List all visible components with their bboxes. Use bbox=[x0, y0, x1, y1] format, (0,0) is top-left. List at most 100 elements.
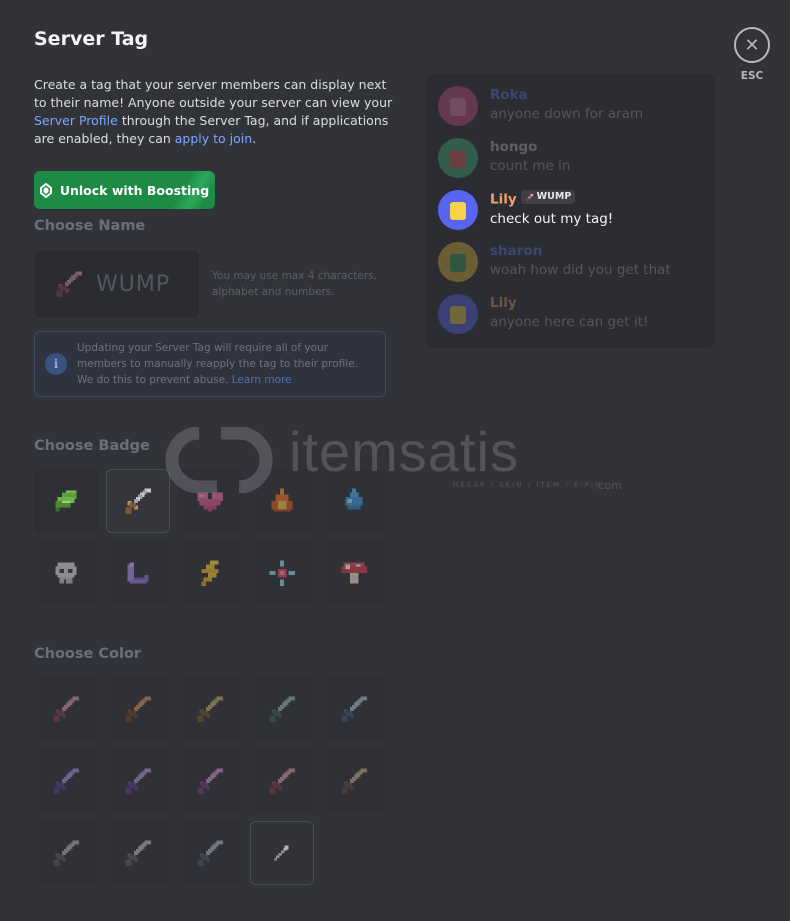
chat-message-text: anyone here can get it! bbox=[490, 314, 649, 330]
sword-icon bbox=[53, 768, 79, 794]
chat-username-text: Roka bbox=[490, 87, 528, 103]
choose-color-heading: Choose Color bbox=[34, 646, 142, 662]
chat-username: Roka bbox=[490, 86, 643, 104]
chat-username: Lily WUMP bbox=[490, 190, 613, 209]
badge-tile-mushroom[interactable] bbox=[322, 541, 386, 605]
color-swatch[interactable] bbox=[178, 821, 242, 885]
chat-username: hongo bbox=[490, 138, 570, 156]
chat-username-text: Lily bbox=[490, 191, 517, 208]
sword-icon bbox=[341, 768, 367, 794]
badge-tile-lightning[interactable] bbox=[178, 541, 242, 605]
avatar bbox=[438, 190, 478, 230]
color-swatch[interactable] bbox=[178, 749, 242, 813]
badge-tile-crystal[interactable] bbox=[250, 541, 314, 605]
lightning-icon bbox=[201, 560, 219, 586]
chat-message: Lily WUMP check out my tag! bbox=[438, 190, 613, 230]
badge-tile-heart[interactable] bbox=[178, 469, 242, 533]
sword-icon bbox=[56, 271, 82, 297]
sword-icon bbox=[525, 193, 533, 201]
fire-icon bbox=[271, 488, 293, 512]
chat-username-text: Lily bbox=[490, 295, 517, 311]
badge-tile-fire[interactable] bbox=[250, 469, 314, 533]
water-drop-icon bbox=[345, 488, 363, 510]
sword-icon bbox=[125, 768, 151, 794]
color-swatch[interactable] bbox=[322, 677, 386, 741]
chat-message-text: woah how did you get that bbox=[490, 262, 671, 278]
color-swatch[interactable] bbox=[250, 677, 314, 741]
boost-button-label: Unlock with Boosting bbox=[59, 182, 210, 198]
badge-tile-sword[interactable] bbox=[106, 469, 170, 533]
chat-message-text: check out my tag! bbox=[490, 210, 614, 227]
page-title: Server Tag bbox=[34, 28, 149, 50]
description: Create a tag that your server members ca… bbox=[34, 76, 394, 148]
sword-icon bbox=[125, 696, 151, 722]
avatar bbox=[438, 138, 478, 178]
sword-icon bbox=[269, 768, 295, 794]
sword-icon bbox=[269, 696, 295, 722]
avatar bbox=[438, 86, 478, 126]
chat-preview: Roka anyone down for aram hongo count me in… bbox=[426, 74, 715, 348]
color-swatch[interactable] bbox=[34, 821, 98, 885]
description-text-3: . bbox=[252, 131, 257, 146]
color-swatch[interactable] bbox=[34, 677, 98, 741]
color-swatch[interactable] bbox=[106, 749, 170, 813]
chat-username: sharon bbox=[490, 242, 671, 260]
watermark-sub: HESAP / SKIN / ITEM / E-PIN bbox=[453, 481, 603, 489]
badge-tile-leaf[interactable] bbox=[34, 469, 98, 533]
chat-message: sharon woah how did you get that bbox=[438, 242, 671, 282]
watermark-suffix: .com bbox=[595, 479, 622, 492]
chat-message: Roka anyone down for aram bbox=[438, 86, 643, 126]
crystal-icon bbox=[269, 560, 295, 586]
unlock-with-boosting-button[interactable]: Unlock with Boosting bbox=[34, 171, 215, 209]
info-icon: i bbox=[45, 353, 67, 375]
learn-more-link[interactable]: Learn more bbox=[232, 374, 292, 386]
color-swatch[interactable] bbox=[34, 749, 98, 813]
color-swatch[interactable] bbox=[106, 677, 170, 741]
name-hint: You may use max 4 characters, alphabet a… bbox=[212, 270, 377, 298]
chat-message: hongo count me in bbox=[438, 138, 570, 178]
color-swatch[interactable] bbox=[178, 677, 242, 741]
description-text: Create a tag that your server members ca… bbox=[34, 77, 393, 110]
chat-message-text: count me in bbox=[490, 158, 571, 174]
leaf-icon bbox=[55, 490, 77, 512]
choose-badge-heading: Choose Badge bbox=[34, 438, 150, 454]
chat-message: Lily anyone here can get it! bbox=[438, 294, 648, 334]
server-tag-text: WUMP bbox=[536, 191, 572, 202]
sword-icon bbox=[53, 840, 79, 866]
sword-icon bbox=[53, 696, 79, 722]
sword-icon bbox=[197, 840, 223, 866]
tag-name-value: WUMP bbox=[96, 271, 171, 297]
close-button[interactable]: ✕ bbox=[734, 27, 770, 63]
info-text: Updating your Server Tag will require al… bbox=[77, 342, 358, 386]
badge-tile-water[interactable] bbox=[322, 469, 386, 533]
badge-tile-skull[interactable] bbox=[34, 541, 98, 605]
avatar bbox=[438, 242, 478, 282]
tag-name-input[interactable]: WUMP bbox=[34, 250, 199, 318]
sword-icon bbox=[341, 696, 367, 722]
server-tag-badge: WUMP bbox=[520, 190, 576, 204]
chat-username-text: sharon bbox=[490, 243, 543, 259]
moon-icon bbox=[127, 562, 149, 584]
chat-username: Lily bbox=[490, 294, 648, 312]
chat-username-text: hongo bbox=[490, 139, 538, 155]
eyedropper-icon bbox=[274, 845, 289, 861]
mushroom-icon bbox=[341, 562, 367, 584]
info-notice: i Updating your Server Tag will require … bbox=[34, 331, 386, 397]
close-icon: ✕ bbox=[744, 34, 760, 56]
custom-color-picker[interactable] bbox=[250, 821, 314, 885]
esc-label: ESC bbox=[740, 70, 764, 82]
sword-icon bbox=[125, 840, 151, 866]
color-swatch[interactable] bbox=[250, 749, 314, 813]
server-profile-link[interactable]: Server Profile bbox=[34, 113, 118, 128]
apply-to-join-link[interactable]: apply to join bbox=[175, 131, 252, 146]
badge-tile-moon[interactable] bbox=[106, 541, 170, 605]
color-swatch[interactable] bbox=[322, 749, 386, 813]
boost-gem-icon bbox=[39, 182, 52, 198]
avatar bbox=[438, 294, 478, 334]
color-swatch[interactable] bbox=[106, 821, 170, 885]
choose-name-heading: Choose Name bbox=[34, 218, 146, 234]
heart-icon bbox=[197, 492, 223, 512]
info-notice-text: Updating your Server Tag will require al… bbox=[77, 340, 375, 388]
sword-icon bbox=[197, 768, 223, 794]
sword-icon bbox=[125, 488, 151, 514]
